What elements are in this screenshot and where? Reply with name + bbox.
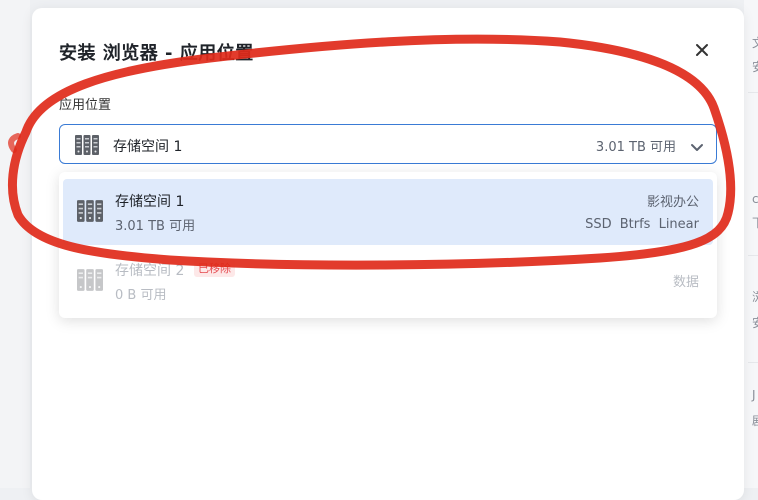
removed-badge: 已移除 <box>194 259 235 277</box>
storage-option-available: 3.01 TB 可用 <box>115 219 196 234</box>
background-row-divider <box>748 92 758 137</box>
storage-option-name: 存储空间 2 <box>115 263 185 279</box>
background-text: c <box>752 192 758 206</box>
storage-option-available: 0 B 可用 <box>115 288 167 303</box>
selected-storage-available: 3.01 TB 可用 <box>595 140 676 155</box>
background-left-panel <box>0 0 30 488</box>
close-button[interactable] <box>692 40 712 60</box>
storage-option-2: 存储空间 2 已移除 0 B 可用 数据 <box>63 248 713 314</box>
storage-option-tag: 影视办公 <box>646 195 699 210</box>
drive-array-icon <box>77 199 103 227</box>
drive-array-icon <box>77 268 103 296</box>
background-right-panel: 文 安 c 下 浏 安 J 剧 <box>744 0 758 488</box>
location-field-label: 应用位置 <box>59 98 112 113</box>
storage-option-1[interactable]: 存储空间 1 3.01 TB 可用 影视办公 SSD Btrfs Linear <box>63 179 713 245</box>
chevron-down-icon <box>690 138 704 157</box>
close-icon <box>696 44 708 56</box>
storage-option-specs: SSD Btrfs Linear <box>585 217 699 232</box>
drive-array-icon <box>75 134 99 160</box>
install-dialog: 安装 浏览器 - 应用位置 应用位置 存储空间 1 3.01 TB 可用 存储空… <box>32 8 744 500</box>
selected-storage-name: 存储空间 1 <box>113 139 183 155</box>
storage-option-tag: 数据 <box>672 275 699 290</box>
background-text: 安 <box>752 60 758 74</box>
dialog-title: 安装 浏览器 - 应用位置 <box>59 43 254 64</box>
background-text: 剧 <box>752 414 758 428</box>
background-text: 文 <box>752 36 758 50</box>
storage-dropdown: 存储空间 1 3.01 TB 可用 影视办公 SSD Btrfs Linear <box>59 172 717 318</box>
background-text: 浏 <box>752 290 758 304</box>
background-text: 下 <box>752 216 758 230</box>
background-text: 安 <box>752 316 758 330</box>
location-select[interactable]: 存储空间 1 3.01 TB 可用 <box>59 124 717 164</box>
background-text: J <box>752 388 756 402</box>
storage-option-name: 存储空间 1 <box>115 194 185 210</box>
